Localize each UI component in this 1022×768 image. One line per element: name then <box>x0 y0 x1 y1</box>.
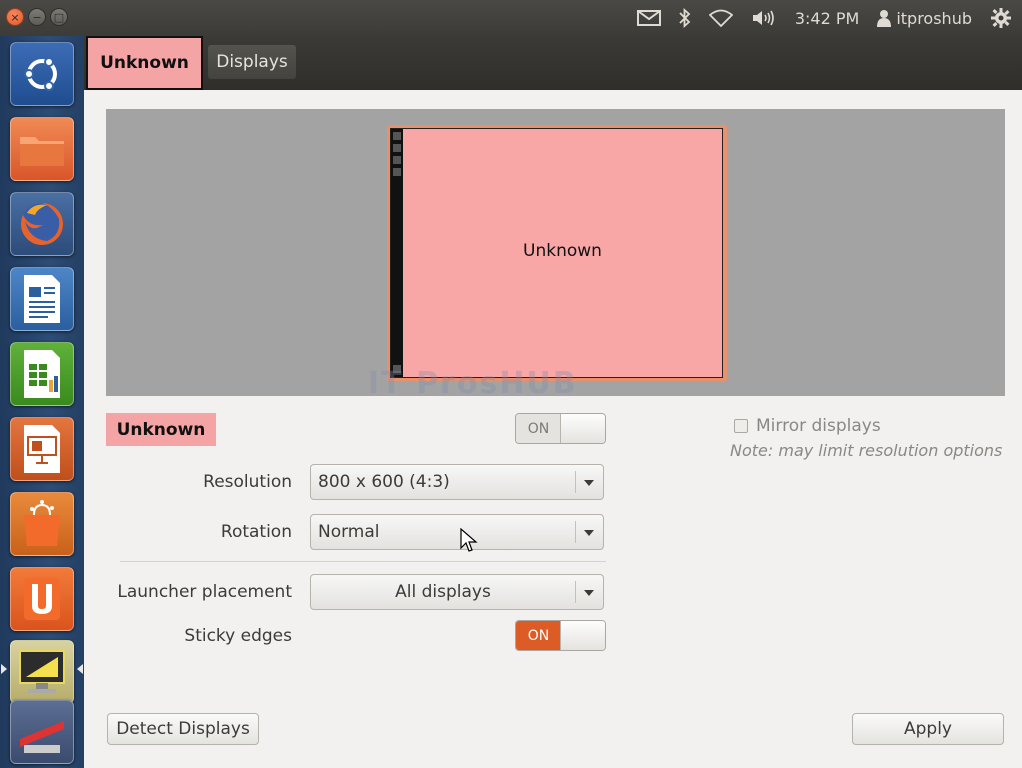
user-menu[interactable]: itproshub <box>877 9 972 28</box>
user-icon <box>877 10 892 27</box>
switch-knob <box>560 621 605 650</box>
switch-knob <box>560 414 605 443</box>
displays-launcher[interactable] <box>10 640 74 704</box>
tab-strip: Unknown Displays <box>84 36 1022 90</box>
rotation-dropdown[interactable]: Normal <box>310 514 604 550</box>
folder-icon <box>20 137 64 166</box>
launcher-preview-bar <box>391 129 403 377</box>
spreadsheet-icon <box>24 350 60 398</box>
calc-launcher[interactable] <box>10 342 74 406</box>
ubuntu-logo-icon <box>24 57 57 91</box>
mirror-displays-checkbox[interactable] <box>734 419 748 433</box>
sticky-edges-switch[interactable]: ON <box>515 620 606 651</box>
apply-button[interactable]: Apply <box>852 713 1004 745</box>
tab-unknown-display[interactable]: Unknown <box>86 36 203 90</box>
files-launcher[interactable] <box>10 117 74 181</box>
maximize-button[interactable]: □ <box>50 8 68 26</box>
indicator-area: 3:42 PM itproshub <box>636 0 1012 36</box>
display-icon <box>19 650 65 693</box>
launcher-placement-dropdown[interactable]: All displays <box>310 574 604 610</box>
mirror-displays-label: Mirror displays <box>756 416 881 436</box>
sticky-edges-label: Sticky edges <box>184 626 292 646</box>
presentation-icon <box>24 425 60 473</box>
resolution-dropdown[interactable]: 800 x 600 (4:3) <box>310 464 604 500</box>
active-indicator <box>1 664 7 674</box>
display-name-label: Unknown <box>106 413 216 446</box>
launcher-placement-value: All displays <box>395 582 491 602</box>
rotation-label: Rotation <box>220 522 292 542</box>
monitor-preview-label: Unknown <box>523 241 602 261</box>
launcher <box>0 36 85 768</box>
close-icon: × <box>10 10 20 24</box>
system-settings-launcher[interactable] <box>10 700 74 764</box>
resolution-value: 800 x 600 (4:3) <box>318 472 450 492</box>
user-name: itproshub <box>896 8 972 28</box>
ubuntu-one-launcher[interactable] <box>10 567 74 631</box>
window-controls: × − □ <box>6 8 68 26</box>
focused-indicator <box>77 664 83 674</box>
volume-icon[interactable] <box>751 8 777 28</box>
display-power-switch[interactable]: ON <box>515 413 606 444</box>
firefox-launcher[interactable] <box>10 192 74 256</box>
top-panel: × − □ 3:42 PM itproshub <box>0 0 1022 36</box>
settings-tools-icon <box>20 721 64 753</box>
chevron-down-icon <box>584 590 594 596</box>
resolution-label: Resolution <box>203 472 292 492</box>
wifi-icon[interactable] <box>708 9 733 27</box>
writer-launcher[interactable] <box>10 267 74 331</box>
divider <box>120 561 606 562</box>
watermark: IT ProsHUB <box>368 366 578 401</box>
rotation-value: Normal <box>318 522 380 542</box>
chevron-down-icon <box>584 480 594 486</box>
bluetooth-icon[interactable] <box>679 8 691 28</box>
close-button[interactable]: × <box>6 8 24 26</box>
chevron-down-icon <box>584 530 594 536</box>
minimize-icon: − <box>32 10 42 24</box>
mirror-note: Note: may limit resolution options <box>730 441 1003 460</box>
gear-icon[interactable] <box>990 7 1012 29</box>
displays-panel: Unknown IT ProsHUB Unknown ON Mirror dis… <box>84 90 1022 768</box>
detect-displays-button[interactable]: Detect Displays <box>107 713 259 745</box>
maximize-icon: □ <box>53 10 65 24</box>
launcher-placement-label: Launcher placement <box>117 582 292 602</box>
sticky-edges-switch-label: ON <box>516 621 561 650</box>
impress-launcher[interactable] <box>10 417 74 481</box>
tab-displays[interactable]: Displays <box>208 45 296 79</box>
mouse-pointer-icon <box>460 528 478 552</box>
clock[interactable]: 3:42 PM <box>795 9 859 28</box>
mirror-displays-option[interactable]: Mirror displays <box>734 416 881 436</box>
firefox-icon <box>20 203 63 245</box>
document-icon <box>24 275 60 323</box>
display-power-switch-label: ON <box>516 414 561 443</box>
software-center-launcher[interactable] <box>10 492 74 556</box>
display-arrangement-area[interactable]: Unknown IT ProsHUB <box>106 109 1005 401</box>
mail-icon[interactable] <box>636 10 661 26</box>
minimize-button[interactable]: − <box>28 8 46 26</box>
shopping-bag-icon <box>24 500 60 546</box>
monitor-preview[interactable]: Unknown <box>390 128 723 378</box>
dash-home-button[interactable] <box>10 42 74 106</box>
ubuntu-one-icon <box>24 578 60 620</box>
